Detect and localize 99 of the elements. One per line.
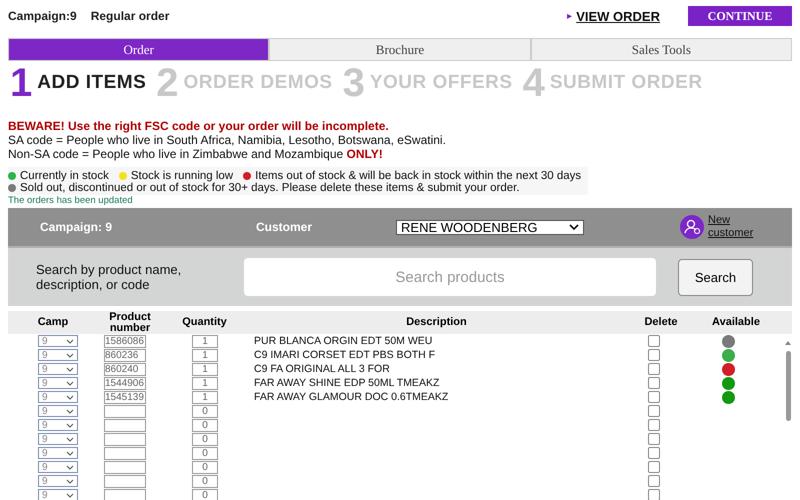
tab[interactable]: Order [8,38,270,61]
chevron-down-icon [66,352,74,358]
column-header: Camp [36,317,70,328]
chevron-down-icon [569,224,580,230]
delete-checkbox[interactable] [648,335,660,347]
legend-text: Currently in stock [20,170,109,182]
quantity-field[interactable]: 0 [192,418,218,432]
caret-icon: ▸ [567,10,572,22]
chevron-down-icon [66,478,74,484]
camp-select[interactable]: 9 [38,363,78,375]
camp-select[interactable]: 9 [38,461,78,473]
chevron-down-icon [66,408,74,414]
product-number-field[interactable]: 860240 [104,362,146,376]
search-label: Search by product name, description, or code [36,262,182,292]
tab[interactable]: Sales Tools [530,38,792,61]
camp-select[interactable]: 9 [38,433,78,445]
quantity-field[interactable]: 1 [192,390,218,404]
quantity-field[interactable]: 0 [192,474,218,488]
camp-select[interactable]: 9 [38,377,78,389]
new-customer-link[interactable]: New customer [708,214,758,240]
description-cell-text: FAR AWAY SHINE EDP 50ML TMEAKZ [253,377,440,389]
step-number: 1 [10,63,32,103]
delete-checkbox[interactable] [648,489,660,500]
product-number-field[interactable] [104,432,146,446]
quantity-field[interactable]: 1 [192,334,218,348]
product-number-field[interactable] [104,488,146,500]
view-order-link[interactable]: VIEW ORDER [576,8,660,24]
product-number-field[interactable]: 1544906 [104,376,146,390]
campaign-label: Campaign:9 [8,9,77,23]
delete-checkbox[interactable] [648,363,660,375]
product-number-field[interactable]: 1586086 [104,334,146,348]
order-type-label: Regular order [90,9,170,23]
camp-select[interactable]: 9 [38,391,78,403]
camp-select[interactable]: 9 [38,419,78,431]
continue-button[interactable]: CONTINUE [688,6,792,26]
customer-select[interactable]: RENE WOODENBERG [396,220,584,234]
product-number-field[interactable]: 1545139 [104,390,146,404]
camp-select[interactable]: 9 [38,349,78,361]
quantity-field[interactable]: 1 [192,362,218,376]
column-header: Delete [643,317,679,328]
legend-text: Stock is running low [130,170,234,182]
chevron-down-icon [66,338,74,344]
quantity-field[interactable]: 0 [192,404,218,418]
legend-text: Items out of stock & will be back in stock within the next 30 days [255,170,582,182]
camp-select[interactable]: 9 [38,489,78,500]
chevron-down-icon [66,464,74,470]
chevron-down-icon [66,422,74,428]
step-label: ADD ITEMS [37,72,146,94]
quantity-field[interactable]: 0 [192,488,218,500]
camp-select[interactable]: 9 [38,405,78,417]
column-header: Available [711,317,761,328]
quantity-field[interactable]: 0 [192,460,218,474]
delete-checkbox[interactable] [648,433,660,445]
product-number-field[interactable] [104,474,146,488]
search-field[interactable]: Search products [244,258,656,296]
product-number-field[interactable] [104,446,146,460]
product-number-field[interactable] [104,418,146,432]
quantity-field[interactable]: 0 [192,432,218,446]
description-cell-text: C9 IMARI CORSET EDT PBS BOTH F [253,349,436,361]
chevron-down-icon [66,366,74,372]
delete-checkbox[interactable] [648,405,660,417]
quantity-field[interactable]: 1 [192,376,218,390]
product-number-field[interactable] [104,460,146,474]
tab[interactable]: Brochure [269,38,531,61]
chevron-down-icon [66,380,74,386]
quantity-field[interactable]: 1 [192,348,218,362]
status-message: The orders has been updated [8,195,134,206]
delete-checkbox[interactable] [648,419,660,431]
product-number-field[interactable] [104,404,146,418]
description-cell-text: FAR AWAY GLAMOUR DOC 0.6TMEAKZ [253,391,450,403]
description-cell-text: PUR BLANCA ORGIN EDT 50M WEU [253,335,434,347]
search-button[interactable]: Search [678,258,753,296]
scroll-up-icon[interactable] [785,341,791,345]
quantity-field[interactable]: 0 [192,446,218,460]
delete-checkbox[interactable] [648,391,660,403]
column-header: Description [405,317,468,328]
legend-text: Sold out, discontinued or out of stock for 30+ days. Please delete these items & submit your order. [20,182,520,194]
camp-select[interactable]: 9 [38,447,78,459]
delete-checkbox[interactable] [648,377,660,389]
delete-checkbox[interactable] [648,475,660,487]
chevron-down-icon [66,436,74,442]
campaign-label: Campaign: 9 [40,220,112,234]
chevron-down-icon [66,492,74,498]
chevron-down-icon [66,450,74,456]
notice-text: Non-SA code = People who live in Zimbabwe and Mozambique ONLY! [8,147,384,161]
add-user-icon[interactable] [680,215,704,239]
description-cell-text: C9 FA ORIGINAL ALL 3 FOR [253,363,391,375]
notice-text: SA code = People who live in South Africa, Namibia, Lesotho, Botswana, eSwatini. [8,133,447,147]
notice-text: BEWARE! Use the right FSC code or your order will be incomplete. [8,119,390,133]
chevron-down-icon [66,394,74,400]
delete-checkbox[interactable] [648,349,660,361]
camp-select[interactable]: 9 [38,475,78,487]
product-number-field[interactable]: 860236 [104,348,146,362]
column-header: Product number [108,312,152,334]
column-header: Quantity [181,317,228,328]
delete-checkbox[interactable] [648,461,660,473]
customer-label: Customer [256,220,312,234]
delete-checkbox[interactable] [648,447,660,459]
camp-select[interactable]: 9 [38,335,78,347]
